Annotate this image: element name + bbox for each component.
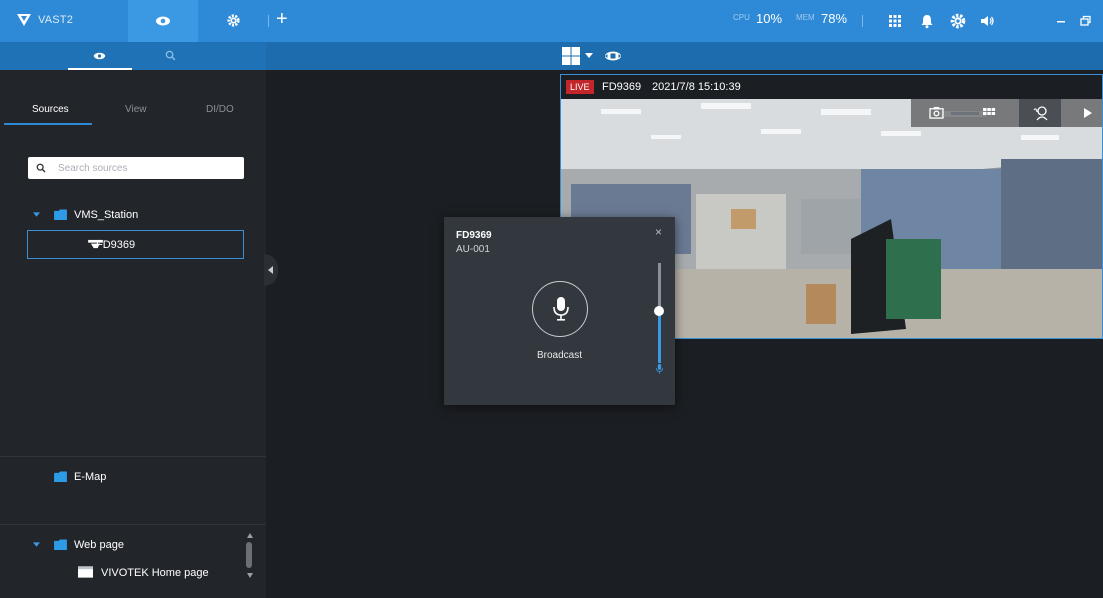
layout-icon[interactable]	[561, 46, 581, 66]
grid-icon[interactable]	[982, 106, 996, 120]
camera-icon[interactable]	[929, 106, 944, 119]
restore-icon[interactable]	[1076, 12, 1094, 30]
eye-icon[interactable]	[93, 51, 106, 61]
volume-slider-fill	[658, 311, 661, 363]
toolbar-slider	[951, 112, 979, 115]
tab-settings[interactable]	[198, 0, 268, 42]
sidebar-collapse-handle[interactable]	[264, 254, 278, 286]
tab-live-view[interactable]	[128, 0, 198, 42]
cpu-label: CPU	[733, 13, 750, 22]
scroll-up-icon[interactable]	[247, 533, 253, 538]
toolbar-separator	[862, 15, 863, 27]
folder-icon	[54, 539, 67, 550]
search-icon[interactable]	[165, 50, 176, 61]
close-icon[interactable]: ×	[655, 225, 662, 239]
add-tab-button[interactable]: +	[276, 9, 288, 29]
sidebar-divider	[0, 524, 266, 525]
mem-label: MEM	[796, 13, 815, 22]
chevron-down-icon[interactable]	[33, 212, 40, 218]
grid-icon[interactable]	[886, 12, 904, 30]
sidebar-scrollbar[interactable]	[246, 542, 252, 568]
broadcast-button[interactable]	[532, 281, 588, 337]
tree-item-device[interactable]: FD9369	[27, 230, 244, 259]
microphone-icon	[656, 364, 663, 374]
tree-item-webpage[interactable]: VIVOTEK Home page	[101, 567, 209, 579]
device-label: FD9369	[96, 239, 136, 251]
tree-item-webpage-group[interactable]: Web page	[74, 539, 124, 551]
camera-name: FD9369	[602, 81, 642, 93]
active-tab-underline	[4, 123, 92, 125]
app-name: VAST2	[38, 14, 74, 26]
microphone-icon	[1033, 106, 1048, 121]
video-toolbar	[911, 99, 1102, 127]
mem-value: 78%	[821, 11, 848, 26]
search-sources-input[interactable]: Search sources	[28, 157, 244, 179]
folder-icon	[54, 209, 67, 220]
vivotek-logo-icon	[17, 14, 31, 26]
cpu-value: 10%	[756, 11, 783, 26]
tab-sources[interactable]: Sources	[32, 104, 69, 115]
chevron-left-icon	[268, 266, 273, 274]
audio-broadcast-popup: FD9369 AU-001 × Broadcast	[444, 217, 675, 405]
search-placeholder: Search sources	[58, 163, 128, 174]
minimize-icon[interactable]	[1052, 12, 1070, 30]
sidebar-mode-bar	[0, 42, 266, 70]
search-icon	[36, 163, 46, 173]
tab-separator	[268, 15, 269, 27]
scroll-down-icon[interactable]	[247, 573, 253, 578]
microphone-icon	[553, 297, 569, 321]
tree-item-station[interactable]: VMS_Station	[74, 209, 138, 221]
sidebar: Sources View DI/DO Search sources VMS_St…	[0, 70, 266, 598]
sidebar-divider	[0, 456, 266, 457]
live-badge: LIVE	[566, 80, 594, 94]
camera-timestamp: 2021/7/8 15:10:39	[652, 81, 741, 93]
broadcast-label: Broadcast	[536, 350, 583, 361]
gear-icon[interactable]	[949, 12, 967, 30]
tab-view[interactable]: View	[125, 104, 147, 115]
folder-icon	[54, 471, 67, 482]
bell-icon[interactable]	[918, 12, 936, 30]
popup-title: FD9369	[456, 230, 492, 241]
popup-subtitle: AU-001	[456, 244, 490, 255]
tree-item-emap[interactable]: E-Map	[74, 471, 106, 483]
title-bar: VAST2 + CPU 10% MEM 78%	[0, 0, 1103, 42]
eye-icon	[156, 16, 170, 26]
volume-icon[interactable]	[978, 12, 996, 30]
play-icon[interactable]	[1084, 108, 1092, 118]
chevron-down-icon[interactable]	[33, 542, 40, 548]
video-header: LIVE FD9369 2021/7/8 15:10:39	[561, 75, 1102, 99]
gear-icon	[227, 14, 240, 27]
view-toolbar	[0, 42, 1103, 70]
chevron-down-icon[interactable]	[585, 53, 593, 59]
webpage-icon	[78, 566, 93, 578]
talk-button[interactable]	[1019, 99, 1061, 127]
volume-slider-handle[interactable]	[654, 306, 664, 316]
tab-dido[interactable]: DI/DO	[206, 104, 234, 115]
ptz-icon[interactable]	[604, 50, 622, 62]
